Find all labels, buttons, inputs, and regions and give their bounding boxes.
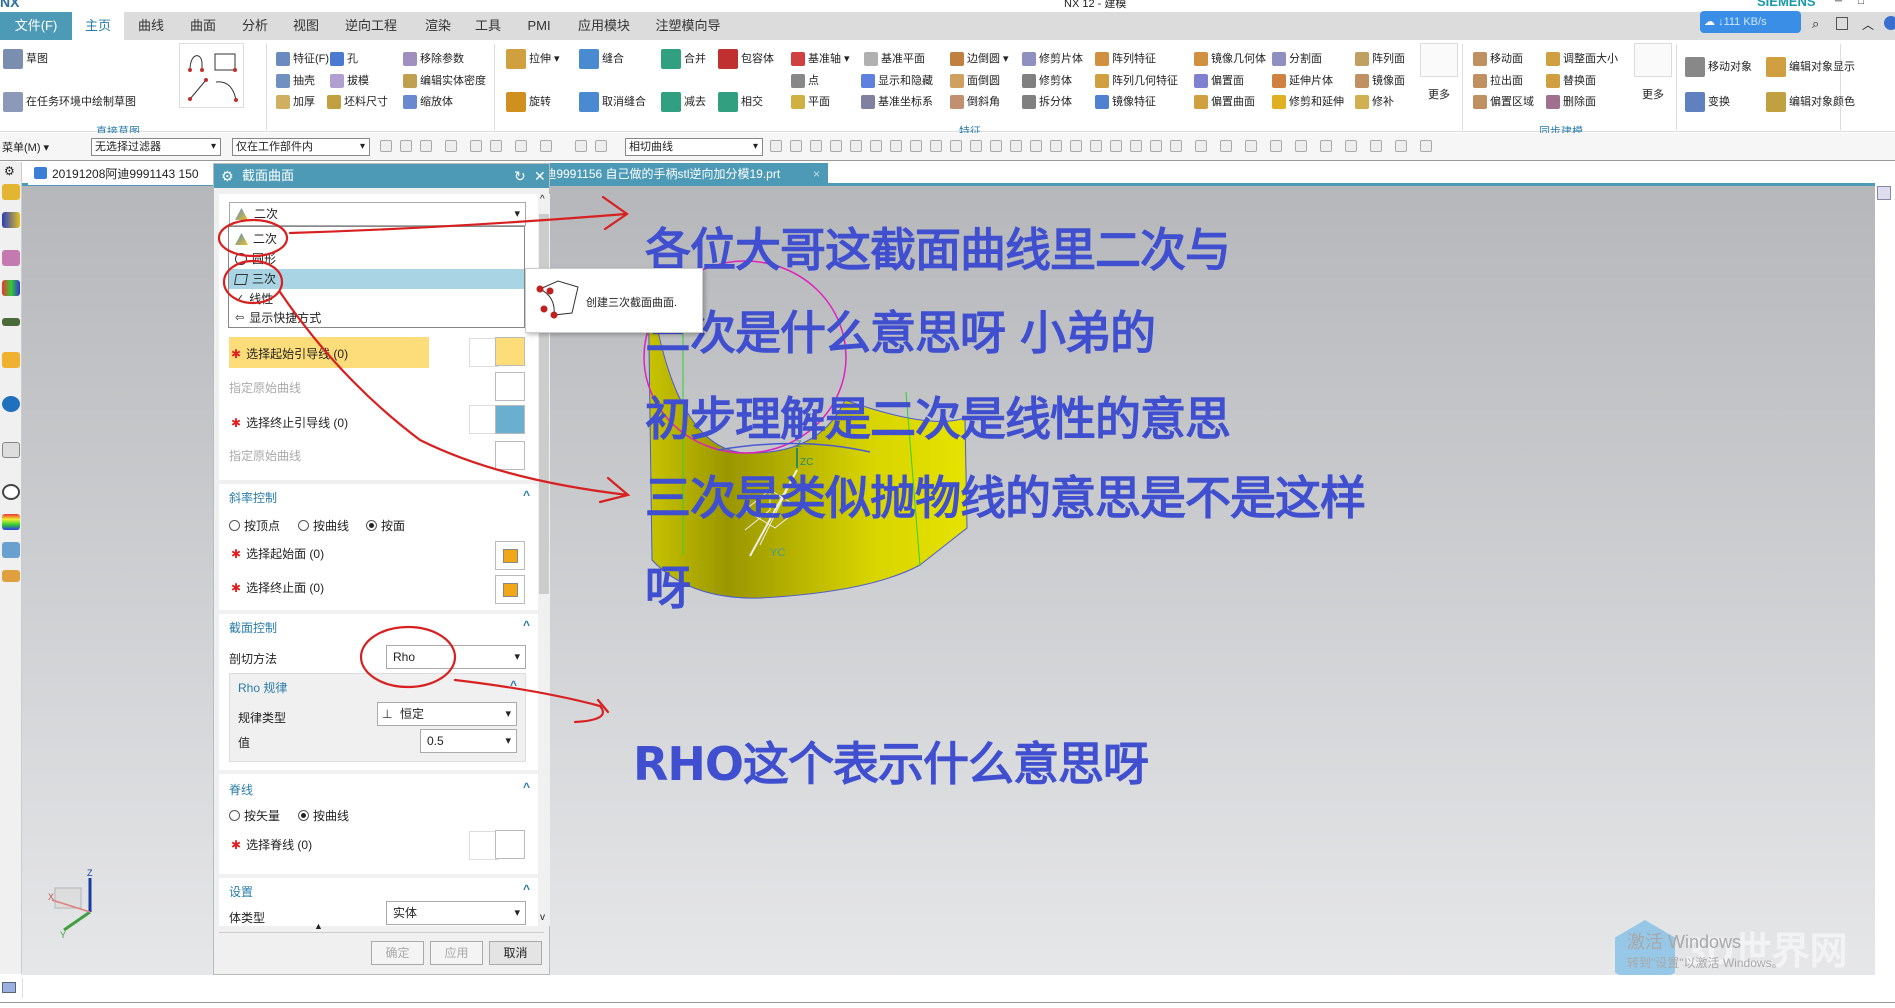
rho-law-group: Rho 规律 ^ 规律类型 ⊥恒定 值 0.5 (229, 673, 526, 762)
curve-select-icon[interactable] (495, 405, 525, 434)
specify-original-curve-1: 指定原始曲线 (229, 381, 302, 395)
activate-windows-hint: 转到"设置"以激活 Windows。 (1627, 956, 1784, 970)
annotation-line-1: 各位大哥这截面曲线里二次与 (645, 223, 1231, 277)
cubic-section-surface-icon (536, 280, 579, 319)
annotation-rho-question: RHO这个表示什么意思呀 (633, 737, 1149, 791)
select-end-guide[interactable]: ✱ 选择终止引导线 (0) (231, 414, 348, 431)
option-linear[interactable]: ✓ 线性 (229, 289, 524, 309)
radio-by-curve[interactable]: 按曲线 (298, 517, 349, 534)
select-end-face[interactable]: ✱ 选择终止面 (0) (231, 579, 324, 596)
collapse-icon[interactable]: ^ (523, 882, 530, 896)
slope-control-title: 斜率控制 (229, 491, 278, 505)
law-type-dropdown[interactable]: ⊥ 恒定 (377, 702, 517, 726)
dialog-title-bar[interactable]: ⚙ 截面曲面 ↻ ✕ (214, 164, 549, 188)
collapse-icon[interactable]: ^ (523, 618, 530, 632)
section-method-label: 剖切方法 (229, 652, 278, 666)
face-cube-icon[interactable] (495, 575, 525, 604)
annotation-line-4: 三次是类似抛物线的意思是不是这样 (645, 471, 1366, 525)
slope-control-panel: 斜率控制 ^ 按顶点 按曲线 按面 ✱ 选择起始面 (0) ✱ 选择终止面 (0) (219, 484, 538, 610)
law-type-label: 规律类型 (238, 711, 287, 725)
radio-selected-icon (366, 520, 377, 531)
apply-button[interactable]: 应用 (430, 941, 483, 965)
radio-icon (229, 520, 240, 531)
spine-title: 脊线 (229, 783, 254, 797)
rho-value-field[interactable]: 0.5 (420, 729, 517, 753)
radio-by-vector[interactable]: 按矢量 (229, 807, 280, 824)
section-method-dropdown[interactable]: Rho (386, 645, 526, 669)
cubic-icon (234, 273, 248, 285)
select-spine[interactable]: ✱ 选择脊线 (0) (231, 836, 312, 853)
face-cube-icon[interactable] (495, 541, 525, 570)
activate-windows-title: 激活 Windows (1627, 932, 1742, 952)
value-label: 值 (238, 736, 251, 750)
settings-panel: 设置 ^ 体类型 实体 (219, 878, 538, 926)
radio-by-vertex[interactable]: 按顶点 (229, 517, 280, 534)
spine-panel: 脊线 ^ 按矢量 按曲线 ✱ 选择脊线 (0) (219, 774, 538, 874)
select-start-face[interactable]: ✱ 选择起始面 (0) (231, 545, 324, 562)
section-control-panel: 截面控制 ^ 剖切方法 Rho Rho 规律 ^ 规律类型 ⊥恒定 值 0.5 (219, 614, 538, 770)
required-star-icon: ✱ (231, 416, 242, 430)
annotation-line-5: 呀 (645, 561, 691, 615)
original-curve-icon[interactable] (495, 441, 525, 470)
cancel-button[interactable]: 取消 (489, 941, 542, 965)
type-value: 二次 (254, 207, 279, 221)
expand-up-icon[interactable]: ▲ (314, 921, 323, 931)
divider (219, 932, 544, 933)
reset-icon[interactable]: ↻ (514, 164, 526, 188)
annotation-line-3: 初步理解是二次是线性的意思 (645, 392, 1231, 446)
settings-title: 设置 (229, 885, 254, 899)
curve-select-icon[interactable] (495, 830, 525, 859)
option-show-shortcuts[interactable]: ⇦ 显示快捷方式 (229, 308, 524, 328)
radio-icon (298, 520, 309, 531)
tooltip-text: 创建三次截面曲面. (586, 297, 678, 309)
annotation-line-2: 三次是什么意思呀 小弟的 (645, 306, 1156, 360)
option-quadratic[interactable]: 二次 (229, 229, 524, 249)
close-dialog-icon[interactable]: ✕ (534, 164, 546, 188)
status-panel-icon[interactable] (2, 982, 16, 993)
original-curve-icon[interactable] (495, 372, 525, 401)
dialog-settings-gear-icon[interactable]: ⚙ (221, 164, 234, 188)
triad-y-label: Y (60, 930, 66, 940)
view-triad: Z X Y (48, 868, 93, 940)
option-cubic[interactable]: 三次 (229, 269, 524, 289)
circle-icon (235, 253, 247, 265)
tooltip: 创建三次截面曲面. (525, 268, 703, 333)
shortcut-arrow-icon: ⇦ (235, 312, 245, 324)
specify-original-curve-2: 指定原始曲线 (229, 449, 302, 463)
type-dropdown[interactable]: 二次 (229, 202, 526, 226)
rho-law-title: Rho 规律 (238, 681, 288, 695)
yc-label: YC (770, 547, 785, 559)
option-circular[interactable]: 圆形 (229, 249, 524, 269)
required-star-icon: ✱ (231, 347, 242, 361)
body-type-label: 体类型 (229, 911, 266, 925)
ok-button[interactable]: 确定 (371, 941, 424, 965)
triad-x-label: X (48, 892, 54, 902)
triad-z-label: Z (87, 868, 93, 878)
type-dropdown-list: 二次 圆形 三次 ✓ 线性 ⇦ 显示快捷方式 (228, 226, 525, 328)
collapse-icon[interactable]: ^ (523, 780, 530, 794)
section-control-title: 截面控制 (229, 621, 278, 635)
quadratic-icon (235, 208, 248, 220)
dialog-title: 截面曲面 (242, 168, 295, 183)
status-bar (0, 975, 1895, 1003)
collapse-icon[interactable]: ^ (510, 678, 517, 692)
divider (22, 978, 23, 998)
linear-icon: ✓ (235, 293, 245, 305)
scroll-down-icon[interactable]: v (540, 912, 545, 923)
radio-by-curve-spine[interactable]: 按曲线 (298, 807, 349, 824)
constant-law-icon: ⊥ (382, 707, 393, 721)
body-type-dropdown[interactable]: 实体 (386, 901, 526, 925)
scroll-up-icon[interactable]: ^ (540, 194, 545, 205)
collapse-icon[interactable]: ^ (523, 488, 530, 502)
quadratic-icon (235, 233, 248, 245)
select-start-guide[interactable]: ✱ 选择起始引导线 (0) (231, 345, 348, 362)
radio-by-face[interactable]: 按面 (366, 517, 405, 534)
curve-select-icon[interactable] (495, 337, 525, 366)
